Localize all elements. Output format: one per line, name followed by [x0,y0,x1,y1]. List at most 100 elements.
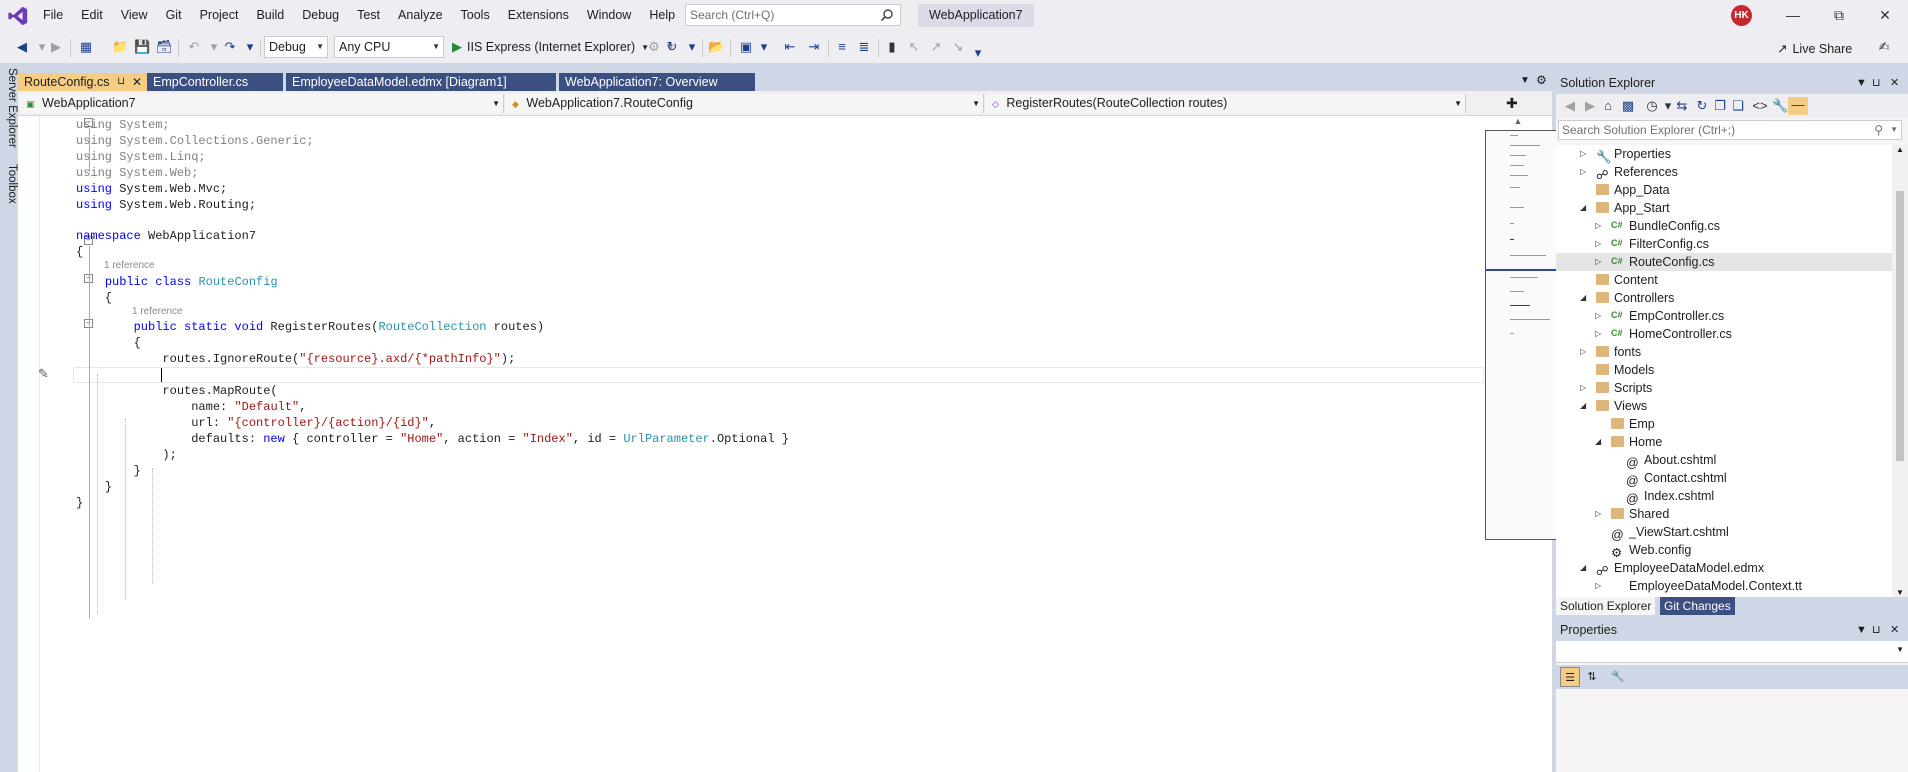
menu-help[interactable]: Help [640,0,684,31]
live-share-button[interactable]: ↗ Live Share [1777,41,1852,57]
tree-item[interactable]: ▷ C# FilterConfig.cs [1556,235,1892,253]
home-icon[interactable]: ⌂ [1600,98,1616,114]
tree-item[interactable]: @ About.cshtml [1556,451,1892,470]
platform-select[interactable]: Any CPU ▼ [334,36,444,58]
code-minimap[interactable] [1485,130,1565,540]
previous-bookmark-icon[interactable]: ↖ [906,39,922,55]
expand-arrow-icon[interactable]: ▷ [1595,577,1601,595]
tree-item[interactable]: ◢ App_Start [1556,199,1892,217]
categorized-icon[interactable]: ☰ [1560,667,1580,687]
tree-item[interactable]: ⚙ Web.config [1556,541,1892,560]
split-window-icon[interactable]: ✚ [1506,95,1518,112]
tree-item[interactable]: ▷ C# HomeController.cs [1556,325,1892,343]
menu-project[interactable]: Project [191,0,248,31]
expand-arrow-icon[interactable]: ▷ [1595,253,1601,271]
tree-item[interactable]: ▷ 🔧 Properties [1556,145,1892,164]
refresh-dropdown-icon[interactable]: ▾ [684,39,700,55]
code-view-icon[interactable]: <> [1752,98,1768,114]
split-handle-icon[interactable]: ▲ [1510,116,1526,130]
collapse-arrow-icon[interactable]: ◢ [1595,433,1601,451]
expand-arrow-icon[interactable]: ▷ [1595,235,1601,253]
tree-item[interactable]: Content [1556,271,1892,289]
expand-arrow-icon[interactable]: ▷ [1595,505,1601,523]
undo-icon[interactable]: ↶ [186,39,202,55]
menu-git[interactable]: Git [157,0,191,31]
tree-item[interactable]: @ Index.cshtml [1556,487,1892,506]
redo-dropdown-icon[interactable]: ▾ [242,39,258,55]
type-dropdown[interactable]: ◆ WebApplication7.RouteConfig ▼ [506,94,984,113]
save-icon[interactable]: 💾 [134,39,150,55]
tab-git-changes[interactable]: Git Changes [1660,597,1735,615]
tree-item[interactable]: ◢ Home [1556,433,1892,451]
search-box[interactable]: Search (Ctrl+Q) [685,4,901,26]
uncomment-icon[interactable]: ≣ [856,39,872,55]
tree-item[interactable]: ▷ fonts [1556,343,1892,361]
step-into-icon[interactable]: ⇤ [782,39,798,55]
expand-arrow-icon[interactable]: ▷ [1595,217,1601,235]
tree-item[interactable]: Emp [1556,415,1892,433]
tab-list-dropdown-icon[interactable]: ▼ [1520,75,1530,86]
menu-extensions[interactable]: Extensions [499,0,578,31]
expand-arrow-icon[interactable]: ▷ [1580,163,1586,181]
save-all-icon[interactable]: 🗃 [156,39,173,55]
object-select[interactable]: ▼ [1556,641,1908,663]
menu-window[interactable]: Window [578,0,640,31]
toolbox-tab[interactable]: Toolbox [0,160,18,210]
panel-menu-icon[interactable]: ▼ [1856,620,1867,641]
gear-icon[interactable]: ⚙ [1536,73,1547,87]
solution-folder-icon[interactable]: 📂 [708,39,724,55]
tab-solution-explorer[interactable]: Solution Explorer [1556,597,1656,615]
tree-item[interactable]: ▷ Shared [1556,505,1892,523]
forward-icon[interactable]: ▶ [1582,98,1598,114]
collapse-arrow-icon[interactable]: ◢ [1580,559,1586,577]
menu-file[interactable]: File [34,0,72,31]
tree-item[interactable]: ▷ C# EmpController.cs [1556,307,1892,325]
server-explorer-tab[interactable]: Server Explorer [0,64,18,154]
menu-view[interactable]: View [112,0,157,31]
pending-changes-icon[interactable]: ◷ [1644,98,1660,114]
close-icon[interactable]: ✕ [132,73,142,91]
pin-icon[interactable]: ⊔ [1872,620,1881,641]
member-dropdown[interactable]: ◇ RegisterRoutes(RouteCollection routes)… [986,94,1466,113]
codelens-references[interactable]: 1 reference [132,306,183,317]
attach-icon[interactable]: ⚙ [646,39,662,55]
expand-arrow-icon[interactable]: ▷ [1580,145,1586,163]
collapse-arrow-icon[interactable]: ◢ [1580,289,1586,307]
project-dropdown[interactable]: ▣ WebApplication7 ▼ [20,94,504,113]
tree-item[interactable]: ◢ ☍ EmployeeDataModel.edmx [1556,559,1892,578]
properties-wrench-icon[interactable]: 🔧 [1772,98,1788,114]
close-icon[interactable]: ✕ [1890,73,1899,94]
next-bookmark-icon[interactable]: ↗ [928,39,944,55]
redo-icon[interactable]: ↷ [222,39,238,55]
close-window-icon[interactable]: ✕ [1862,0,1908,31]
refresh-icon[interactable]: ↻ [664,39,680,55]
tab-routeconfig[interactable]: RouteConfig.cs ⊔ ✕ [18,73,147,91]
bookmark-icon[interactable]: ▮ [884,39,900,55]
pin-icon[interactable]: ⊔ [117,73,125,91]
tree-item[interactable]: ◢ Views [1556,397,1892,415]
collapse-all-icon[interactable]: ❐ [1712,98,1728,114]
undo-dropdown-icon[interactable]: ▾ [206,39,222,55]
search-options-icon[interactable]: ▼ [1890,121,1898,139]
tree-item[interactable]: ▷ C# BundleConfig.cs [1556,217,1892,235]
scroll-up-icon[interactable]: ▲ [1896,145,1904,154]
configuration-select[interactable]: Debug ▼ [264,36,328,58]
dropdown-icon[interactable]: ▾ [756,39,772,55]
minimize-icon[interactable]: — [1770,0,1816,31]
restore-icon[interactable]: ⧉ [1816,0,1862,31]
panel-menu-icon[interactable]: ▼ [1856,73,1867,94]
scroll-down-icon[interactable]: ▼ [1896,588,1904,597]
browser-link-icon[interactable]: ▣ [738,39,754,55]
expand-arrow-icon[interactable]: ▷ [1595,307,1601,325]
menu-edit[interactable]: Edit [72,0,112,31]
menu-debug[interactable]: Debug [293,0,348,31]
solution-search-input[interactable]: Search Solution Explorer (Ctrl+;) ⚲ ▼ [1558,120,1902,140]
expand-arrow-icon[interactable]: ▷ [1580,343,1586,361]
tree-item[interactable]: ▷ Scripts [1556,379,1892,397]
property-pages-icon[interactable]: 🔧 [1608,667,1628,687]
preview-selected-icon[interactable]: — [1788,97,1808,115]
switch-views-icon[interactable]: ▩ [1620,98,1636,114]
navigate-back-icon[interactable]: ◀ [14,39,30,55]
tab-overview[interactable]: WebApplication7: Overview [559,73,755,91]
collapse-arrow-icon[interactable]: ◢ [1580,199,1586,217]
